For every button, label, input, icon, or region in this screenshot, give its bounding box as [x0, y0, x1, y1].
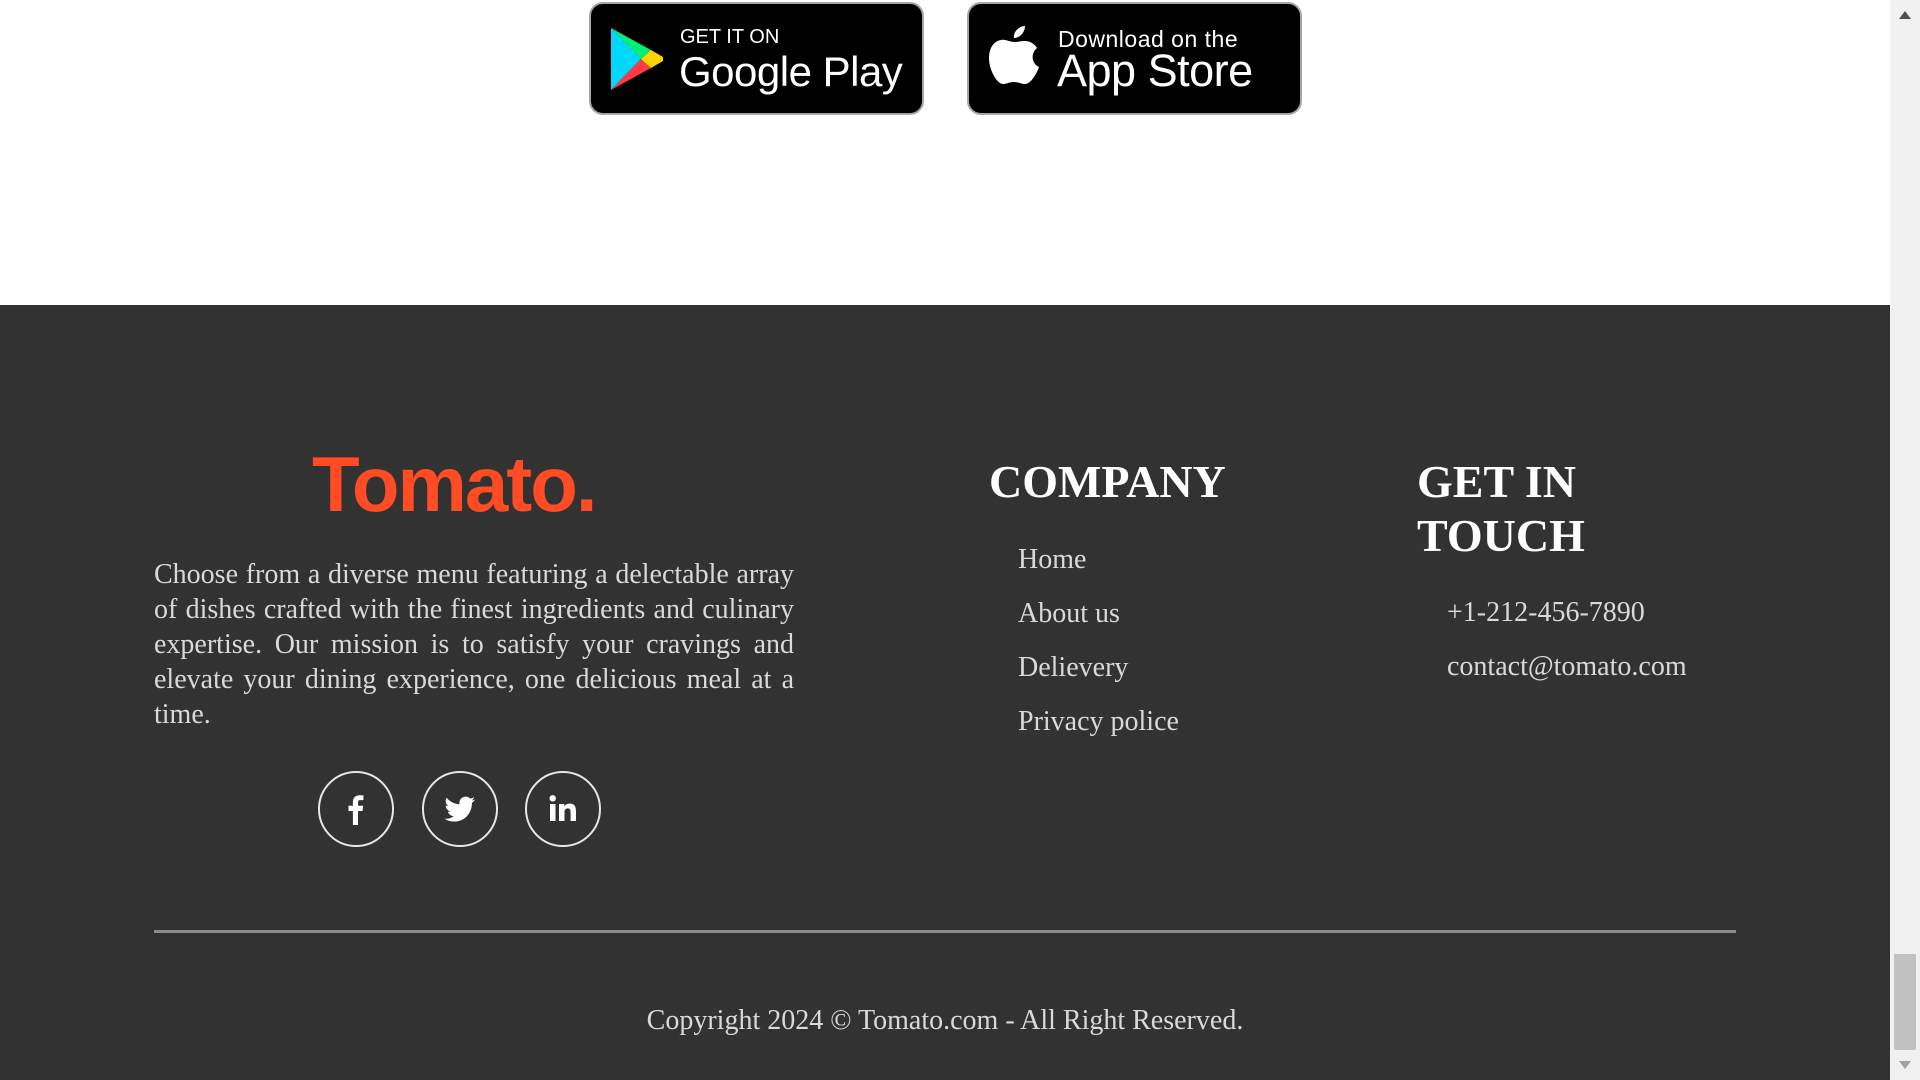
- scroll-up-arrow-icon[interactable]: [1890, 4, 1920, 26]
- facebook-icon: [348, 795, 364, 825]
- footer-link-home[interactable]: Home: [1018, 543, 1179, 577]
- page-scrollbar[interactable]: [1890, 0, 1920, 1080]
- apple-icon: [989, 26, 1039, 84]
- footer-link-delivery[interactable]: Delievery: [1018, 651, 1179, 685]
- contact-list: +1-212-456-7890 contact@tomato.com: [1447, 596, 1687, 704]
- tomato-logo[interactable]: Tomato.: [312, 445, 598, 523]
- app-store-label: App Store: [1057, 45, 1253, 96]
- contact-phone[interactable]: +1-212-456-7890: [1447, 596, 1687, 630]
- scroll-down-arrow-icon[interactable]: [1890, 1054, 1920, 1076]
- footer-link-privacy[interactable]: Privacy police: [1018, 705, 1179, 739]
- facebook-link[interactable]: [318, 771, 394, 847]
- scroll-thumb[interactable]: [1894, 954, 1916, 1050]
- google-play-small-text: GET IT ON: [680, 26, 780, 48]
- site-footer: Tomato. Choose from a diverse menu featu…: [0, 305, 1890, 1080]
- google-play-icon: [611, 28, 663, 90]
- google-play-label: Google Play: [679, 48, 903, 95]
- contact-email[interactable]: contact@tomato.com: [1447, 650, 1687, 684]
- footer-divider: [154, 930, 1736, 933]
- twitter-icon: [444, 796, 475, 822]
- linkedin-link[interactable]: [525, 771, 601, 847]
- footer-link-about[interactable]: About us: [1018, 597, 1179, 631]
- twitter-link[interactable]: [422, 771, 498, 847]
- google-play-button[interactable]: GET IT ON Google Play: [589, 2, 924, 115]
- linkedin-icon: [549, 795, 576, 821]
- copyright-text: Copyright 2024 © Tomato.com - All Right …: [646, 1005, 1244, 1036]
- company-heading: COMPANY: [989, 456, 1226, 507]
- brand-description: Choose from a diverse menu featuring a d…: [154, 559, 794, 730]
- app-store-button[interactable]: Download on the App Store: [967, 2, 1302, 115]
- company-links: Home About us Delievery Privacy police: [1018, 543, 1179, 759]
- app-download-section: GET IT ON Google Play Download on the Ap…: [0, 0, 1890, 305]
- contact-heading: GET IN TOUCH: [1417, 456, 1585, 561]
